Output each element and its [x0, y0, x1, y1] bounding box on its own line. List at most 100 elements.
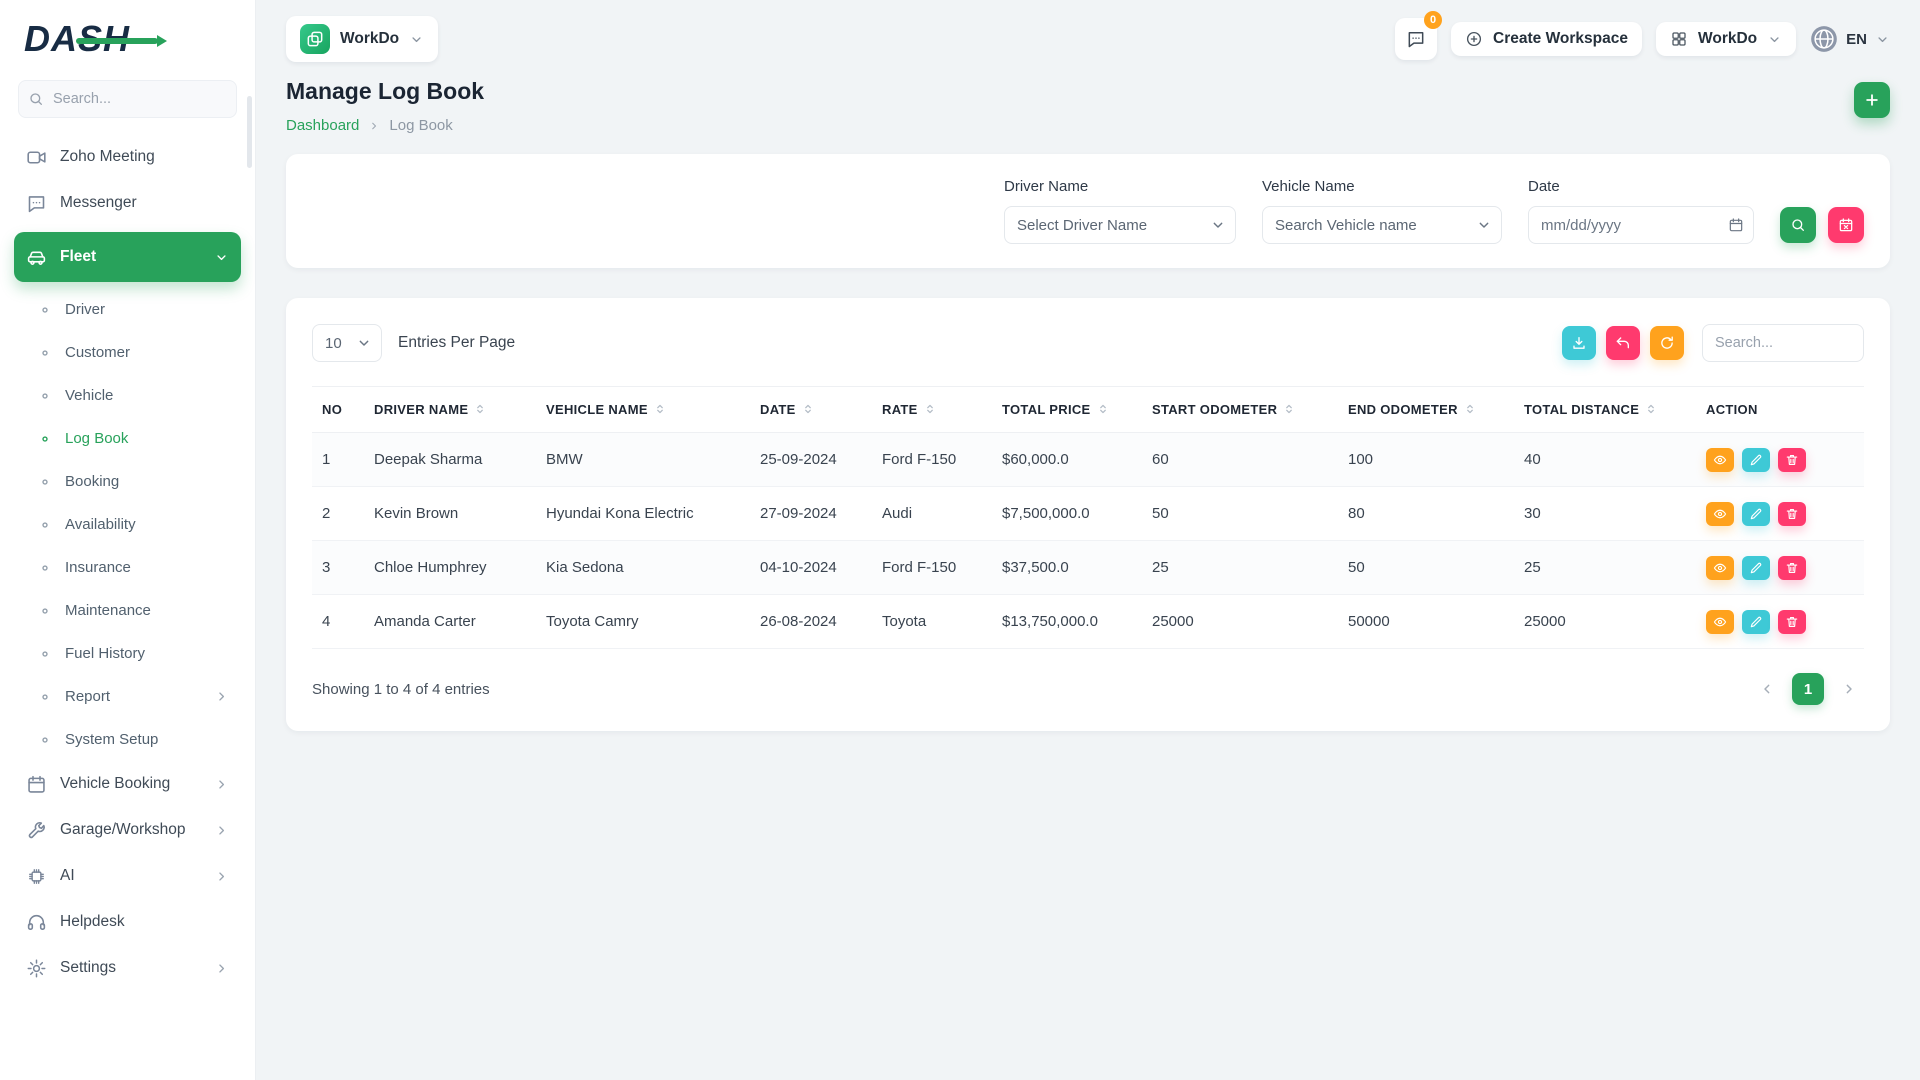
workspace-menu-button[interactable]: WorkDo [1656, 22, 1796, 56]
next-page-button[interactable] [1834, 674, 1864, 704]
export-button[interactable] [1562, 326, 1596, 360]
view-button[interactable] [1706, 556, 1734, 580]
search-icon [1790, 217, 1806, 233]
sidebar-subitem-driver[interactable]: Driver [14, 288, 241, 331]
trash-icon [1785, 453, 1799, 467]
sidebar-item-label: Garage/Workshop [60, 821, 186, 839]
undo-button[interactable] [1606, 326, 1640, 360]
sidebar-subitem-fuel-history[interactable]: Fuel History [14, 632, 241, 675]
workdo-logo-icon [300, 24, 330, 54]
sidebar-subitem-vehicle[interactable]: Vehicle [14, 374, 241, 417]
sidebar-item-settings[interactable]: Settings [14, 945, 241, 991]
edit-button[interactable] [1742, 502, 1770, 526]
wrench-icon [26, 820, 47, 841]
page-1-button[interactable]: 1 [1792, 673, 1824, 705]
dot-icon [38, 690, 52, 704]
chevron-down-icon [409, 32, 424, 47]
view-button[interactable] [1706, 448, 1734, 472]
headset-icon [26, 912, 47, 933]
sidebar-item-garage-workshop[interactable]: Garage/Workshop [14, 807, 241, 853]
messages-button[interactable]: 0 [1395, 18, 1437, 60]
chat-icon [26, 193, 47, 214]
date-input[interactable] [1528, 206, 1754, 244]
prev-page-button[interactable] [1752, 674, 1782, 704]
chevron-right-icon [214, 777, 229, 792]
chevron-right-icon [214, 961, 229, 976]
brand-logo[interactable]: DASH [14, 0, 241, 78]
refresh-button[interactable] [1650, 326, 1684, 360]
cell-date: 25-09-2024 [750, 433, 872, 487]
chevron-down-icon [214, 250, 229, 265]
driver-name-select[interactable]: Select Driver Name [1004, 206, 1236, 244]
column-total-price[interactable]: TOTAL PRICE [992, 387, 1142, 433]
cell-total-distance: 40 [1514, 433, 1696, 487]
date-input-wrap [1528, 206, 1754, 244]
sidebar-item-messenger[interactable]: Messenger [14, 180, 241, 226]
sidebar-subitem-booking[interactable]: Booking [14, 460, 241, 503]
delete-button[interactable] [1778, 448, 1806, 472]
edit-button[interactable] [1742, 610, 1770, 634]
breadcrumb-current: Log Book [389, 117, 452, 134]
cell-vehicle-name: Toyota Camry [536, 595, 750, 649]
table-search-input[interactable] [1702, 324, 1864, 362]
workspace-switcher-button[interactable]: WorkDo [286, 16, 438, 62]
view-button[interactable] [1706, 502, 1734, 526]
vehicle-name-select[interactable]: Search Vehicle name [1262, 206, 1502, 244]
column-vehicle-name[interactable]: VEHICLE NAME [536, 387, 750, 433]
pencil-icon [1749, 507, 1763, 521]
sidebar-subitem-maintenance[interactable]: Maintenance [14, 589, 241, 632]
breadcrumb-dashboard-link[interactable]: Dashboard [286, 117, 359, 134]
edit-button[interactable] [1742, 556, 1770, 580]
filter-reset-button[interactable] [1828, 207, 1864, 243]
sidebar-scrollbar[interactable] [247, 96, 252, 168]
delete-button[interactable] [1778, 610, 1806, 634]
view-button[interactable] [1706, 610, 1734, 634]
sidebar-item-vehicle-booking[interactable]: Vehicle Booking [14, 761, 241, 807]
sidebar-subitem-customer[interactable]: Customer [14, 331, 241, 374]
column-date[interactable]: DATE [750, 387, 872, 433]
trash-icon [1785, 507, 1799, 521]
entries-per-page-select[interactable]: 10 [312, 324, 382, 362]
cell-end-odometer: 100 [1338, 433, 1514, 487]
sidebar-subitem-system-setup[interactable]: System Setup [14, 718, 241, 761]
column-end-odometer[interactable]: END ODOMETER [1338, 387, 1514, 433]
sidebar-item-ai[interactable]: AI [14, 853, 241, 899]
column-total-distance[interactable]: TOTAL DISTANCE [1514, 387, 1696, 433]
delete-button[interactable] [1778, 502, 1806, 526]
column-rate[interactable]: RATE [872, 387, 992, 433]
car-icon [26, 247, 47, 268]
column-driver-name[interactable]: DRIVER NAME [364, 387, 536, 433]
sidebar-item-zoho-meeting[interactable]: Zoho Meeting [14, 134, 241, 180]
cell-date: 27-09-2024 [750, 487, 872, 541]
cell-driver-name: Amanda Carter [364, 595, 536, 649]
sidebar-search-input[interactable] [18, 80, 237, 118]
edit-button[interactable] [1742, 448, 1770, 472]
sidebar-subitem-label: Availability [65, 516, 136, 533]
sidebar-item-fleet[interactable]: Fleet [14, 232, 241, 282]
cell-driver-name: Chloe Humphrey [364, 541, 536, 595]
chevron-right-icon [214, 823, 229, 838]
cell-date: 04-10-2024 [750, 541, 872, 595]
cell-action [1696, 541, 1864, 595]
sidebar-subitem-insurance[interactable]: Insurance [14, 546, 241, 589]
column-start-odometer[interactable]: START ODOMETER [1142, 387, 1338, 433]
chevron-left-icon [1759, 681, 1775, 697]
sidebar-subitem-report[interactable]: Report [14, 675, 241, 718]
eye-icon [1713, 453, 1727, 467]
language-selector[interactable]: EN [1810, 25, 1890, 53]
page-title-block: Manage Log Book Dashboard Log Book [286, 78, 484, 134]
create-workspace-button[interactable]: Create Workspace [1451, 22, 1642, 56]
video-icon [26, 147, 47, 168]
table-head: NODRIVER NAMEVEHICLE NAMEDATERATETOTAL P… [312, 387, 1864, 433]
delete-button[interactable] [1778, 556, 1806, 580]
sidebar-subitem-availability[interactable]: Availability [14, 503, 241, 546]
sidebar-item-label: Messenger [60, 194, 137, 212]
sidebar-item-helpdesk[interactable]: Helpdesk [14, 899, 241, 945]
sidebar-subitem-log-book[interactable]: Log Book [14, 417, 241, 460]
vehicle-name-field: Vehicle Name Search Vehicle name [1262, 178, 1502, 244]
chevron-right-icon [1841, 681, 1857, 697]
filter-search-button[interactable] [1780, 207, 1816, 243]
cell-end-odometer: 50000 [1338, 595, 1514, 649]
add-logbook-button[interactable] [1854, 82, 1890, 118]
search-icon [28, 91, 44, 107]
